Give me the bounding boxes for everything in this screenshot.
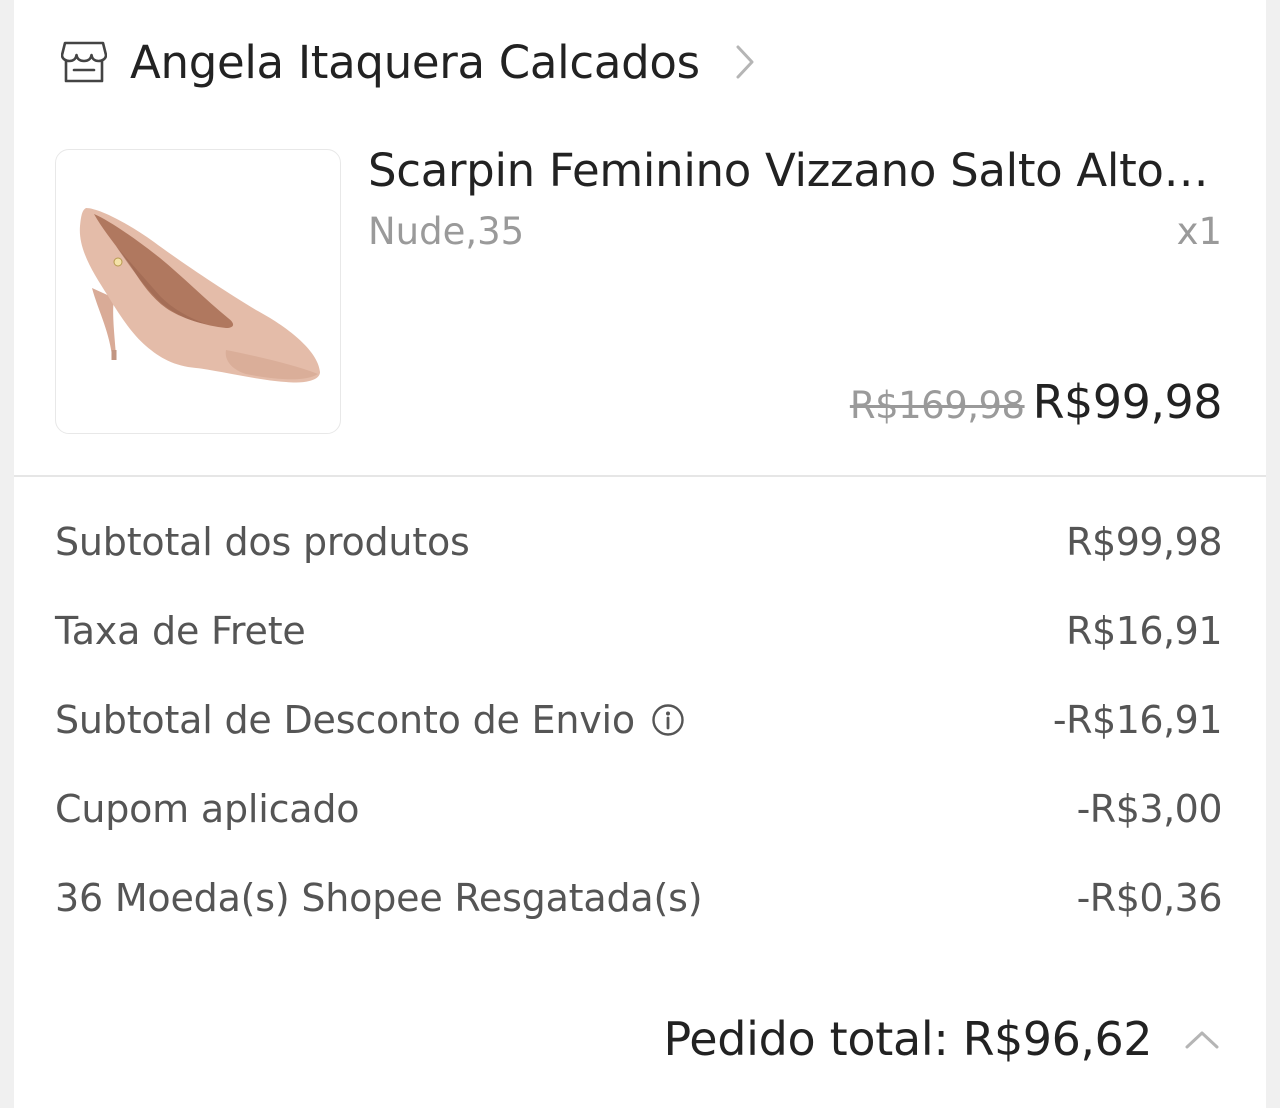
total-label: Pedido total: bbox=[663, 1012, 949, 1066]
price-original: R$169,98 bbox=[849, 384, 1025, 427]
summary-row-shipping-discount: Subtotal de Desconto de Envio -R$16,91 bbox=[55, 675, 1223, 764]
summary-label: Subtotal de Desconto de Envio bbox=[55, 697, 635, 742]
summary-label-wrap: Subtotal de Desconto de Envio bbox=[55, 698, 685, 742]
summary-label: Subtotal dos produtos bbox=[55, 519, 470, 564]
summary-label: 36 Moeda(s) Shopee Resgatada(s) bbox=[55, 875, 703, 920]
order-card: Angela Itaquera Calcados Scarpin Feminin… bbox=[14, 0, 1266, 1108]
total-value: R$96,62 bbox=[962, 1012, 1153, 1066]
summary-row-shipping: Taxa de Frete R$16,91 bbox=[55, 586, 1222, 675]
chevron-right-icon[interactable] bbox=[734, 42, 758, 82]
summary-label: Cupom aplicado bbox=[55, 786, 360, 831]
order-total-toggle[interactable]: Pedido total: R$96,62 bbox=[663, 1012, 1222, 1066]
summary-value: -R$3,00 bbox=[1076, 786, 1223, 831]
summary-value: R$16,91 bbox=[1066, 608, 1222, 653]
chevron-up-icon[interactable] bbox=[1182, 1024, 1222, 1054]
summary-label: Taxa de Frete bbox=[55, 608, 306, 653]
order-summary: Subtotal dos produtos R$99,98 Taxa de Fr… bbox=[55, 497, 1223, 942]
summary-row-coins: 36 Moeda(s) Shopee Resgatada(s) -R$0,36 bbox=[55, 853, 1223, 942]
product-name[interactable]: Scarpin Feminino Vizzano Salto Alto… bbox=[368, 144, 1228, 197]
info-icon[interactable] bbox=[651, 703, 685, 737]
summary-value: -R$0,36 bbox=[1076, 875, 1223, 920]
product-variant: Nude,35 bbox=[368, 210, 525, 253]
product-image[interactable] bbox=[55, 149, 341, 434]
store-icon bbox=[60, 38, 108, 86]
product-quantity: x1 bbox=[1176, 210, 1222, 253]
summary-value: R$99,98 bbox=[1066, 519, 1222, 564]
shop-name[interactable]: Angela Itaquera Calcados bbox=[130, 36, 700, 89]
shop-header[interactable]: Angela Itaquera Calcados bbox=[60, 28, 758, 96]
price-current: R$99,98 bbox=[1032, 375, 1223, 429]
product-price: R$169,98 R$99,98 bbox=[849, 375, 1223, 429]
summary-value: -R$16,91 bbox=[1052, 697, 1223, 742]
summary-row-coupon: Cupom aplicado -R$3,00 bbox=[55, 764, 1223, 853]
summary-row-subtotal: Subtotal dos produtos R$99,98 bbox=[55, 497, 1222, 586]
divider bbox=[14, 475, 1266, 477]
